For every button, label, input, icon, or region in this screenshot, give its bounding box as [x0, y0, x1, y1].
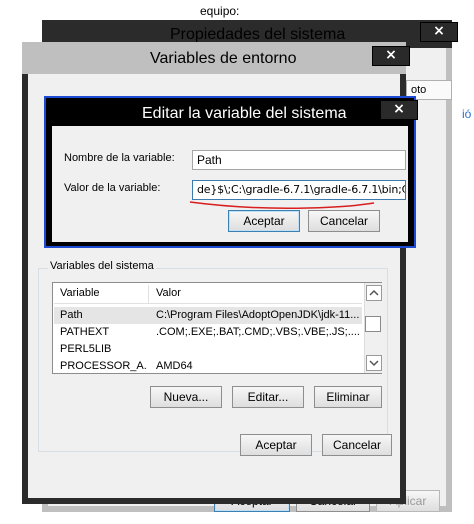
envvars-ok-button[interactable]: Aceptar — [240, 434, 312, 456]
close-icon[interactable]: × — [380, 100, 418, 120]
table-row[interactable]: PATHEXT .COM;.EXE;.BAT;.CMD;.VBS;.VBE;.J… — [54, 324, 362, 341]
envvars-cancel-button[interactable]: Cancelar — [322, 434, 392, 456]
scroll-up-icon[interactable] — [366, 285, 382, 301]
edit-cancel-button[interactable]: Cancelar — [308, 210, 380, 232]
column-header-variable[interactable]: Variable — [60, 285, 100, 302]
close-icon[interactable]: × — [372, 46, 410, 66]
side-checkbox[interactable] — [365, 316, 381, 332]
close-icon[interactable]: × — [420, 22, 458, 42]
table-row[interactable]: PROCESSOR_A... AMD64 — [54, 358, 362, 375]
system-variables-list[interactable]: Variable Valor Path C:\Program Files\Ado… — [52, 282, 382, 374]
list-header: Variable Valor — [54, 285, 362, 304]
table-row[interactable]: Path C:\Program Files\AdoptOpenJDK\jdk-1… — [54, 307, 362, 324]
link-partial[interactable]: ió — [462, 107, 471, 121]
table-row[interactable]: PERL5LIB — [54, 341, 362, 358]
system-variables-label: Variables del sistema — [48, 260, 156, 272]
edit-ok-button[interactable]: Aceptar — [228, 210, 300, 232]
top-text: equipo: — [200, 4, 240, 18]
column-header-value[interactable]: Valor — [156, 285, 181, 302]
scroll-down-icon[interactable] — [366, 355, 382, 371]
delete-variable-button[interactable]: Eliminar — [314, 386, 382, 408]
edit-variable-title: Editar la variable del sistema — [142, 105, 347, 122]
variable-name-field[interactable]: Path — [192, 150, 406, 170]
edit-variable-button[interactable]: Editar... — [232, 386, 304, 408]
variable-value-label: Valor de la variable: — [64, 182, 161, 194]
new-variable-button[interactable]: Nueva... — [150, 386, 222, 408]
variable-name-label: Nombre de la variable: — [64, 152, 175, 164]
variable-value-field[interactable]: de}$\;C:\gradle-6.7.1\gradle-6.7.1\bin;C… — [192, 180, 406, 200]
environment-variables-title: Variables de entorno — [150, 50, 297, 67]
edit-variable-window: Editar la variable del sistema × Nombre … — [44, 96, 418, 248]
